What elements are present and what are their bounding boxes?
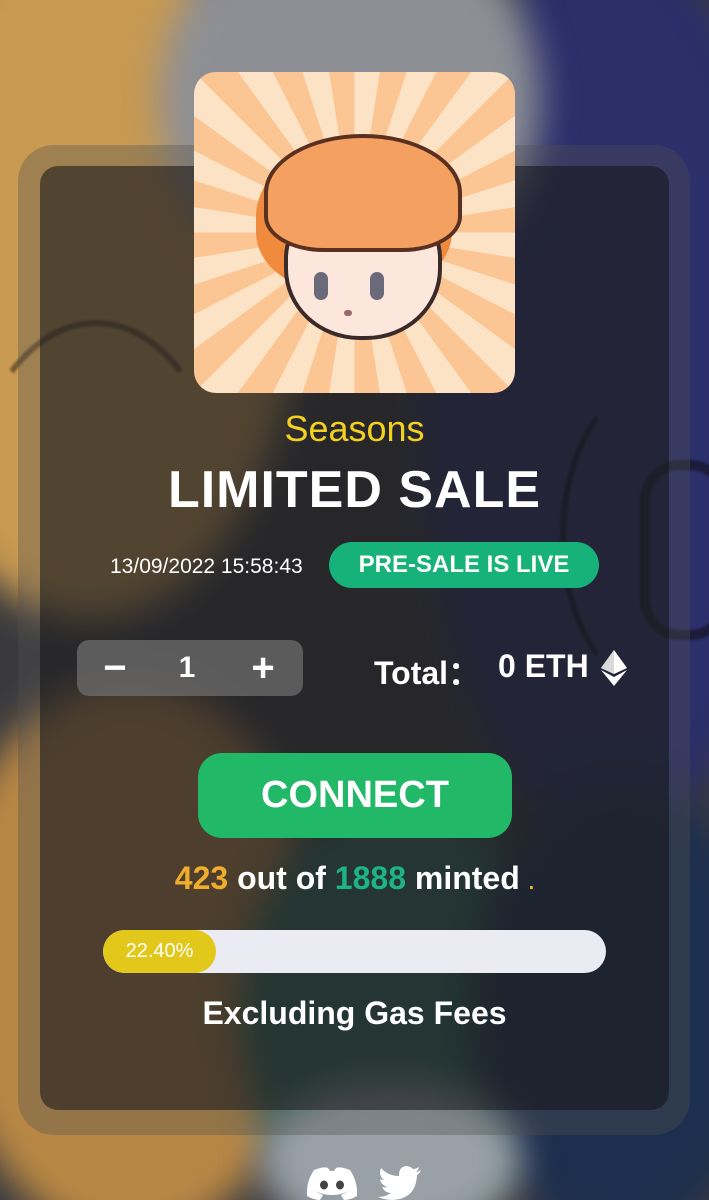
sale-timestamp: 13/09/2022 15:58:43 <box>110 555 303 578</box>
nft-preview-image <box>194 72 515 393</box>
mint-progress-bar: 22.40% <box>103 930 606 973</box>
total-value: 0 ETH <box>498 648 589 684</box>
total-label: Total： <box>374 655 481 691</box>
total-supply: 1888 <box>334 860 406 896</box>
quantity-value: 1 <box>178 651 196 684</box>
sale-title: LIMITED SALE <box>167 461 542 519</box>
ethereum-icon <box>601 650 627 686</box>
mint-progress-fill: 22.40% <box>103 930 216 973</box>
minted-dot: . <box>528 872 535 894</box>
connect-button[interactable]: CONNECT <box>198 753 512 838</box>
quantity-stepper: − 1 + <box>77 640 303 696</box>
gas-fees-note: Excluding Gas Fees <box>202 995 507 1031</box>
collection-name: Seasons <box>284 408 425 449</box>
minted-summary: 423 out of 1888 minted . <box>0 860 709 897</box>
increase-quantity-button[interactable]: + <box>233 640 293 696</box>
discord-icon[interactable] <box>306 1166 358 1200</box>
twitter-icon[interactable] <box>378 1166 422 1200</box>
minted-word: minted <box>414 860 520 896</box>
decrease-quantity-button[interactable]: − <box>85 640 145 696</box>
out-of-text: out of <box>237 860 326 896</box>
minted-count: 423 <box>174 860 229 896</box>
status-badge: PRE-SALE IS LIVE <box>329 542 599 588</box>
